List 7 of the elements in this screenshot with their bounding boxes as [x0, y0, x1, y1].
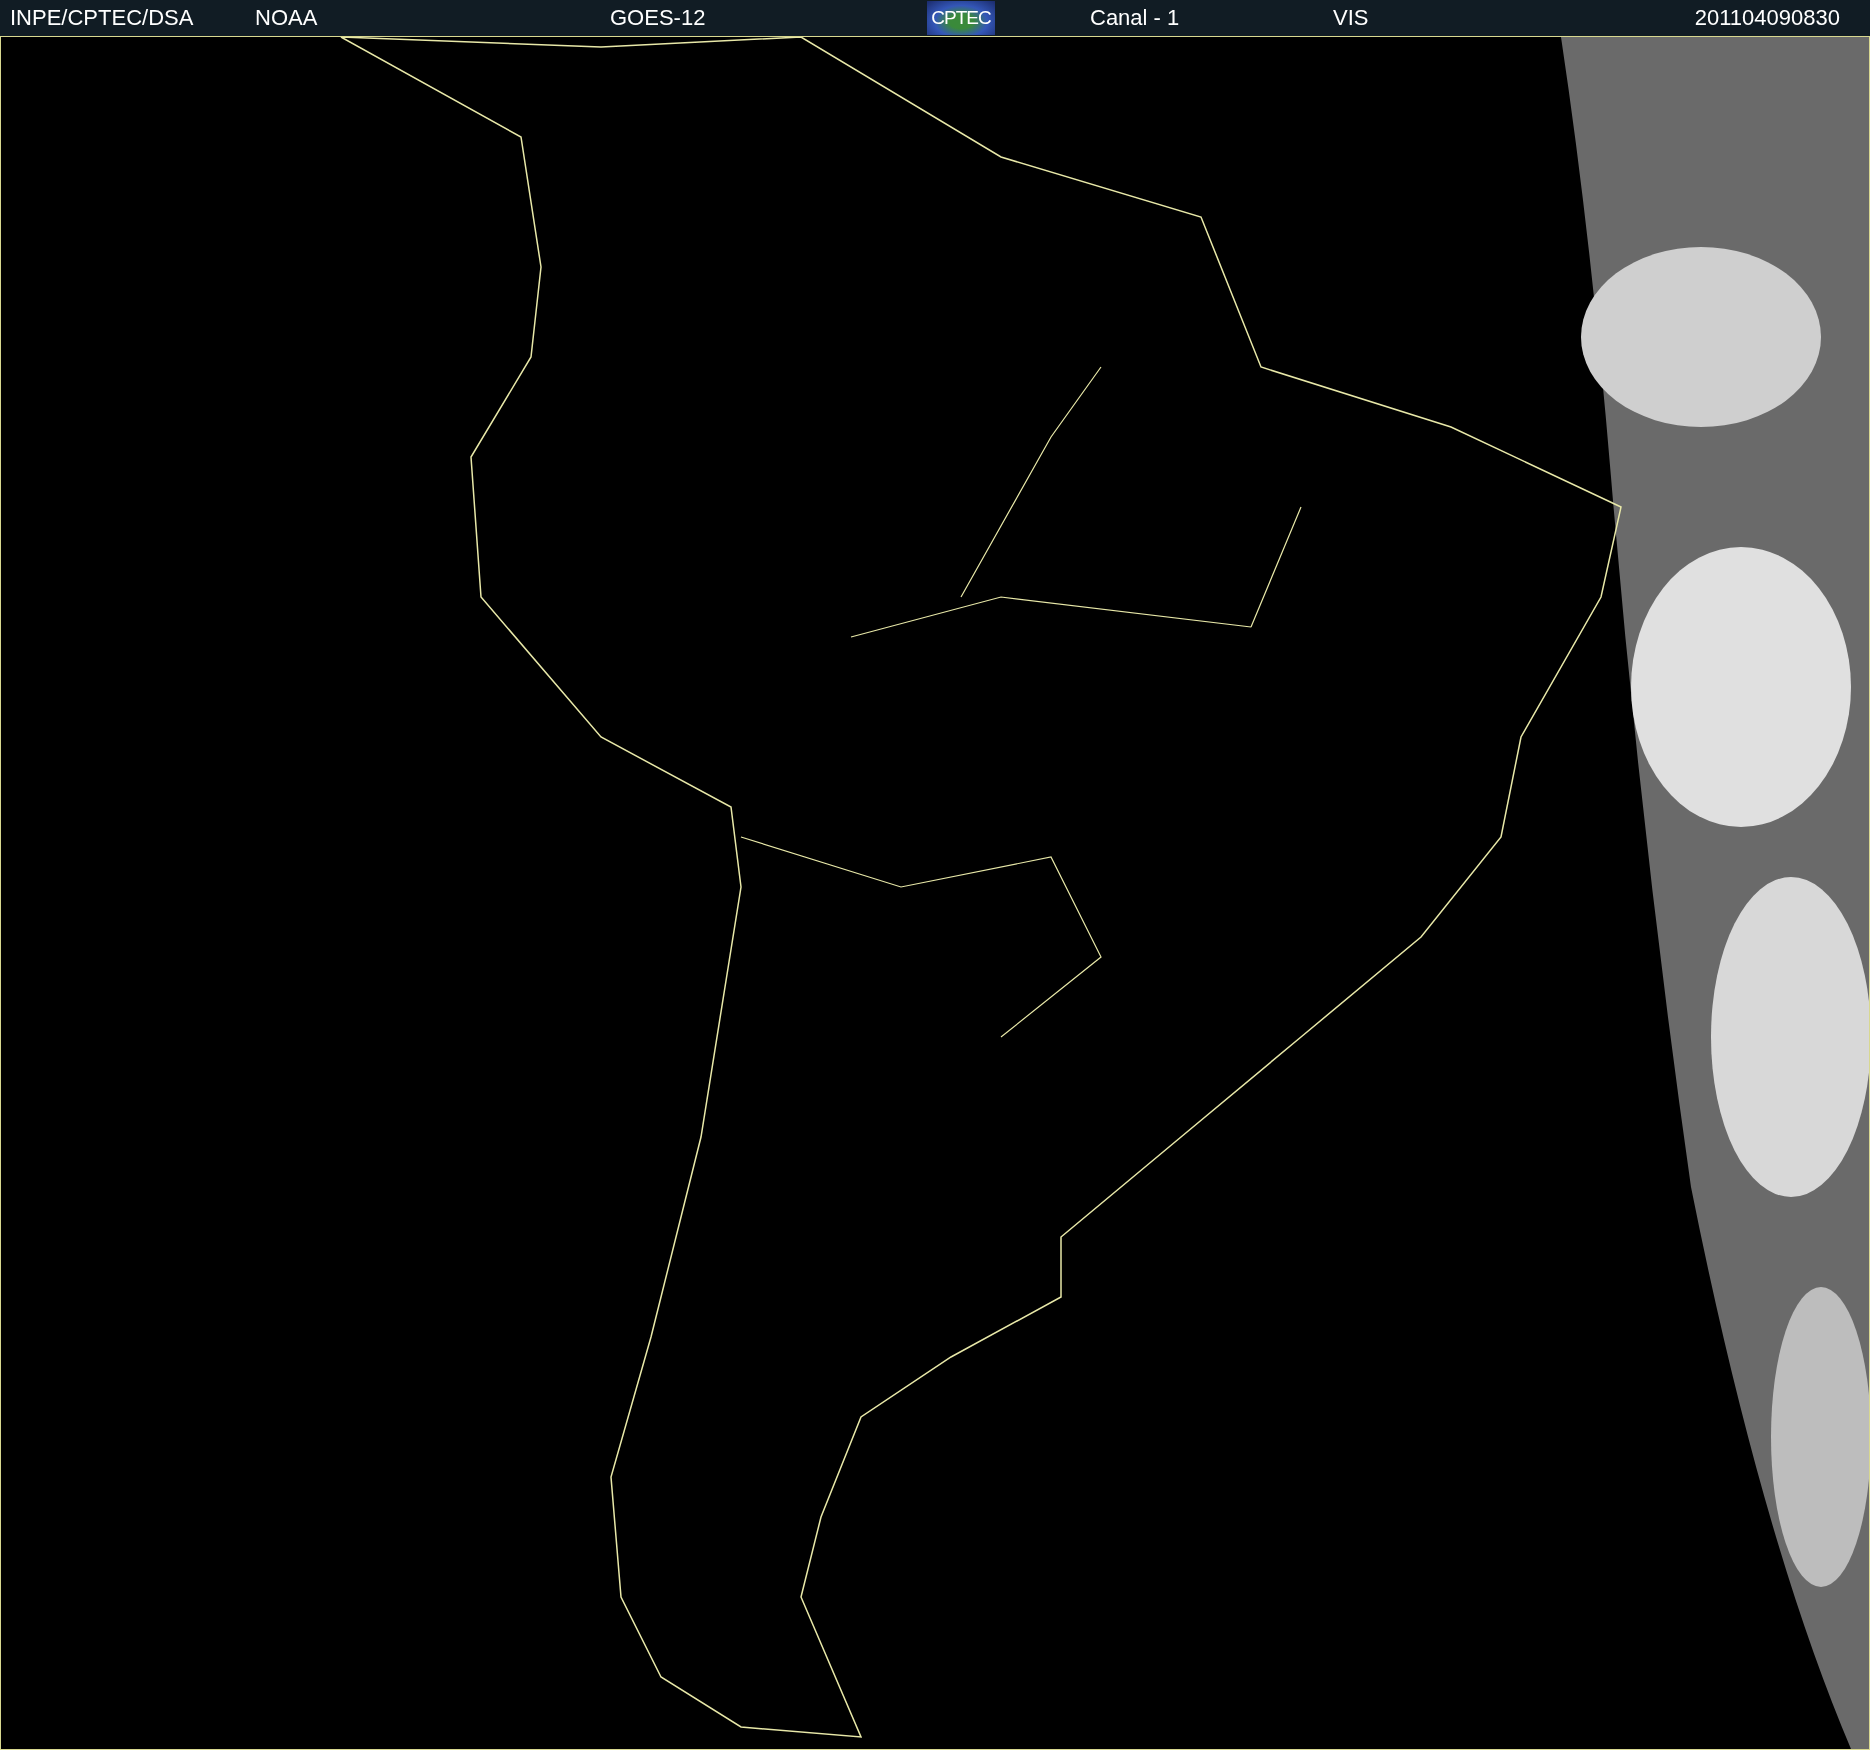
- satellite-label: GOES-12: [610, 5, 707, 31]
- channel-label: Canal - 1: [1090, 5, 1181, 31]
- cptec-logo: CPTEC: [927, 1, 995, 35]
- timestamp-label: 201104090830: [1694, 5, 1840, 31]
- agency-label: NOAA: [255, 5, 319, 31]
- source-label: INPE/CPTEC/DSA: [10, 5, 195, 31]
- band-label: VIS: [1333, 5, 1369, 31]
